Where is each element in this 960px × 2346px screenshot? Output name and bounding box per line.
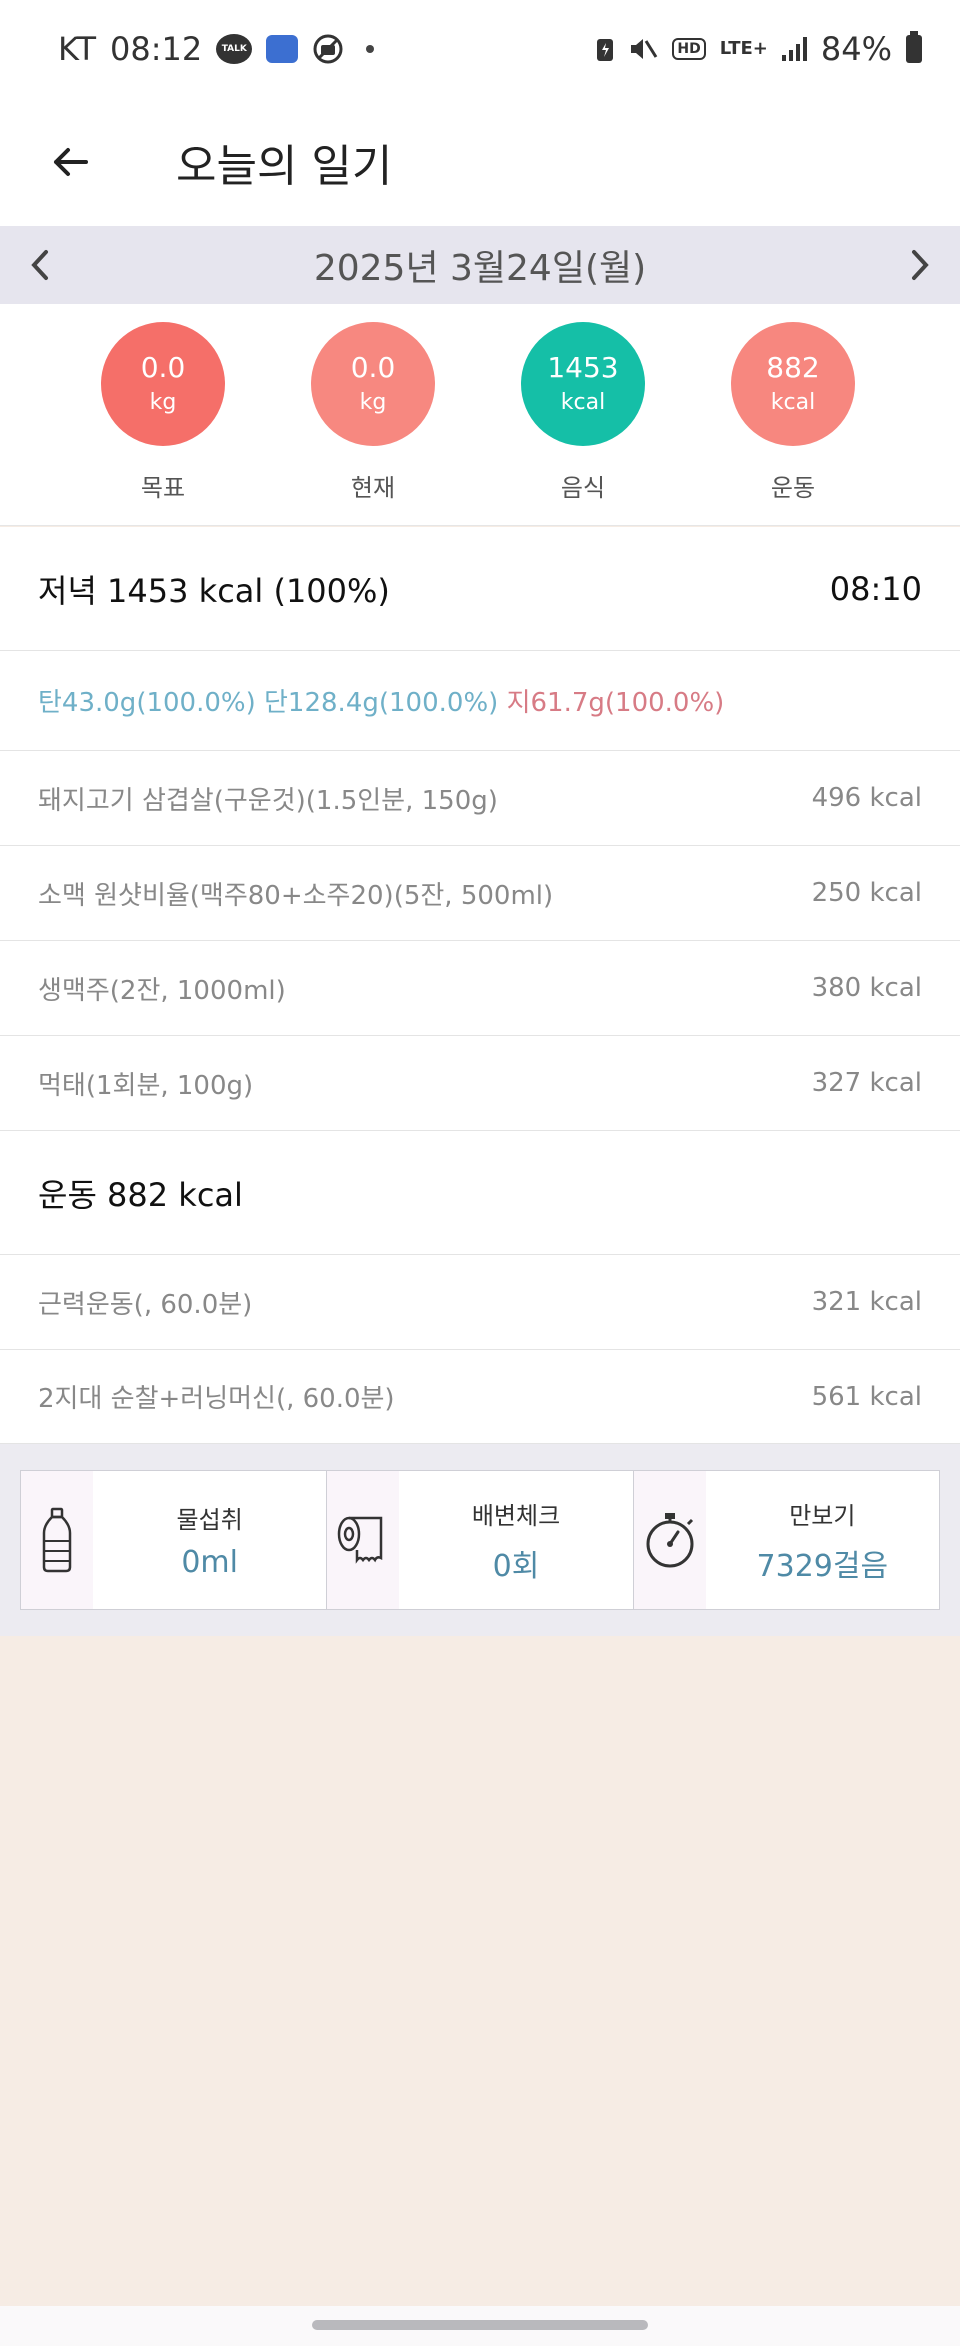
exercise-item-row[interactable]: 2지대 순찰+러닝머신(, 60.0분) 561 kcal [0,1350,960,1444]
pedometer-label: 만보기 [789,1501,856,1530]
status-right: HD LTE+ 84% [596,30,922,68]
current-date[interactable]: 2025년 3월24일(월) [314,239,646,291]
exercise-kcal-value: 882 [766,350,820,384]
network-type: LTE+ [719,38,768,59]
chevron-right-icon [912,250,929,280]
exercise-kcal-circle: 882 kcal [731,322,855,446]
mute-icon [628,35,658,63]
food-item-kcal: 496 kcal [811,783,922,813]
water-intake-text: 물섭취 0ml [93,1471,326,1609]
more-notifications-dot [366,45,375,53]
current-weight-label: 현재 [350,474,396,502]
battery-saver-icon [596,36,614,62]
battery-icon [906,31,922,63]
exercise-kcal-label: 운동 [770,474,816,502]
food-kcal-item[interactable]: 1453 kcal 음식 [521,322,645,503]
tracker-area: 물섭취 0ml 배변체크 0회 만보기 7329걸음 [0,1444,960,1636]
current-weight-circle: 0.0 kg [311,322,435,446]
food-item-kcal: 327 kcal [811,1068,922,1098]
home-gesture-handle[interactable] [312,2320,648,2330]
exercise-kcal-item[interactable]: 882 kcal 운동 [731,322,855,503]
goal-weight-circle: 0.0 kg [101,322,225,446]
system-navigation-bar [0,2306,960,2346]
battery-percent: 84% [820,30,892,68]
back-arrow-icon [54,148,88,176]
exercise-header-row[interactable]: 운동 882 kcal [0,1131,960,1255]
goal-weight-unit: kg [149,389,177,415]
exercise-item-kcal: 561 kcal [811,1381,922,1412]
back-button[interactable] [30,122,110,202]
water-intake-value: 0ml [181,1545,238,1580]
food-item-name: 돼지고기 삼겹살(구운것)(1.5인분, 150g) [38,785,498,816]
exercise-kcal-unit: kcal [770,389,816,415]
food-item-name: 소맥 원샷비율(맥주80+소주20)(5잔, 500ml) [38,880,554,911]
hd-voice-icon: HD [672,38,706,60]
pedometer-text: 만보기 7329걸음 [706,1471,939,1609]
pedometer-tracker[interactable]: 만보기 7329걸음 [633,1471,939,1609]
app-header: 오늘의 일기 [0,98,960,226]
next-day-button[interactable] [898,243,942,287]
exercise-item-name: 근력운동(, 60.0분) [38,1289,253,1320]
stopwatch-icon [633,1471,706,1609]
date-bar: 2025년 3월24일(월) [0,226,960,304]
exercise-title: 운동 882 kcal [38,1175,243,1214]
bowel-check-tracker[interactable]: 배변체크 0회 [327,1471,634,1609]
toilet-paper-icon [327,1471,400,1609]
food-kcal-value: 1453 [547,350,619,384]
macro-fat: 지61.7g(100.0%) [506,688,725,718]
daily-trackers: 물섭취 0ml 배변체크 0회 만보기 7329걸음 [20,1470,940,1610]
status-left: KT 08:12 TALK [58,30,375,68]
food-item-row[interactable]: 소맥 원샷비율(맥주80+소주20)(5잔, 500ml) 250 kcal [0,846,960,941]
goal-weight-label: 목표 [140,474,186,502]
food-item-kcal: 250 kcal [811,878,922,908]
camera-off-icon [312,33,344,65]
app-screen: KT 08:12 TALK HD LTE+ 84% 오늘의 일기 2025년 3… [0,0,960,2346]
summary-panel: 0.0 kg 목표 0.0 kg 현재 1453 kcal 음식 882 kca… [0,304,960,526]
water-bottle-icon [21,1471,93,1609]
pedometer-value: 7329걸음 [756,1548,889,1584]
bowel-check-value: 0회 [492,1548,540,1584]
kakaotalk-icon: TALK [216,34,253,64]
status-bar: KT 08:12 TALK HD LTE+ 84% [0,0,960,98]
clock: 08:12 [110,30,203,68]
exercise-item-row[interactable]: 근력운동(, 60.0분) 321 kcal [0,1255,960,1350]
signal-strength-icon [781,37,807,61]
exercise-item-kcal: 321 kcal [811,1287,922,1317]
food-item-row[interactable]: 생맥주(2잔, 1000ml) 380 kcal [0,941,960,1036]
exercise-item-name: 2지대 순찰+러닝머신(, 60.0분) [38,1384,395,1414]
previous-day-button[interactable] [18,243,62,287]
food-item-name: 생맥주(2잔, 1000ml) [38,975,286,1006]
carrier-label: KT [58,30,97,68]
meal-header-row[interactable]: 저녁 1453 kcal (100%) 08:10 [0,527,960,651]
macro-protein: 단128.4g(100.0%) [264,688,499,718]
macro-carb: 탄43.0g(100.0%) [38,688,256,718]
meal-time: 08:10 [829,569,922,608]
macros-row: 탄43.0g(100.0%) 단128.4g(100.0%) 지61.7g(10… [0,651,960,751]
current-weight-value: 0.0 [350,350,396,384]
food-kcal-label: 음식 [560,474,606,502]
app-notification-icon [266,35,299,63]
current-weight-unit: kg [359,389,387,415]
current-weight-item[interactable]: 0.0 kg 현재 [311,322,435,503]
macros-text: 탄43.0g(100.0%) 단128.4g(100.0%) 지61.7g(10… [38,682,724,719]
goal-weight-item[interactable]: 0.0 kg 목표 [101,322,225,503]
food-item-kcal: 380 kcal [811,973,922,1003]
food-item-row[interactable]: 먹태(1회분, 100g) 327 kcal [0,1036,960,1131]
meal-title: 저녁 1453 kcal (100%) [38,571,390,610]
food-item-name: 먹태(1회분, 100g) [38,1070,254,1101]
water-intake-label: 물섭취 [176,1506,243,1534]
food-kcal-circle: 1453 kcal [521,322,645,446]
food-item-row[interactable]: 돼지고기 삼겹살(구운것)(1.5인분, 150g) 496 kcal [0,751,960,846]
page-title: 오늘의 일기 [176,141,393,192]
talk-badge: TALK [216,34,253,64]
goal-weight-value: 0.0 [140,350,186,384]
chevron-left-icon [31,250,48,280]
water-intake-tracker[interactable]: 물섭취 0ml [21,1471,328,1609]
food-kcal-unit: kcal [560,389,606,415]
bowel-check-label: 배변체크 [471,1501,561,1530]
bowel-check-text: 배변체크 0회 [399,1471,632,1609]
